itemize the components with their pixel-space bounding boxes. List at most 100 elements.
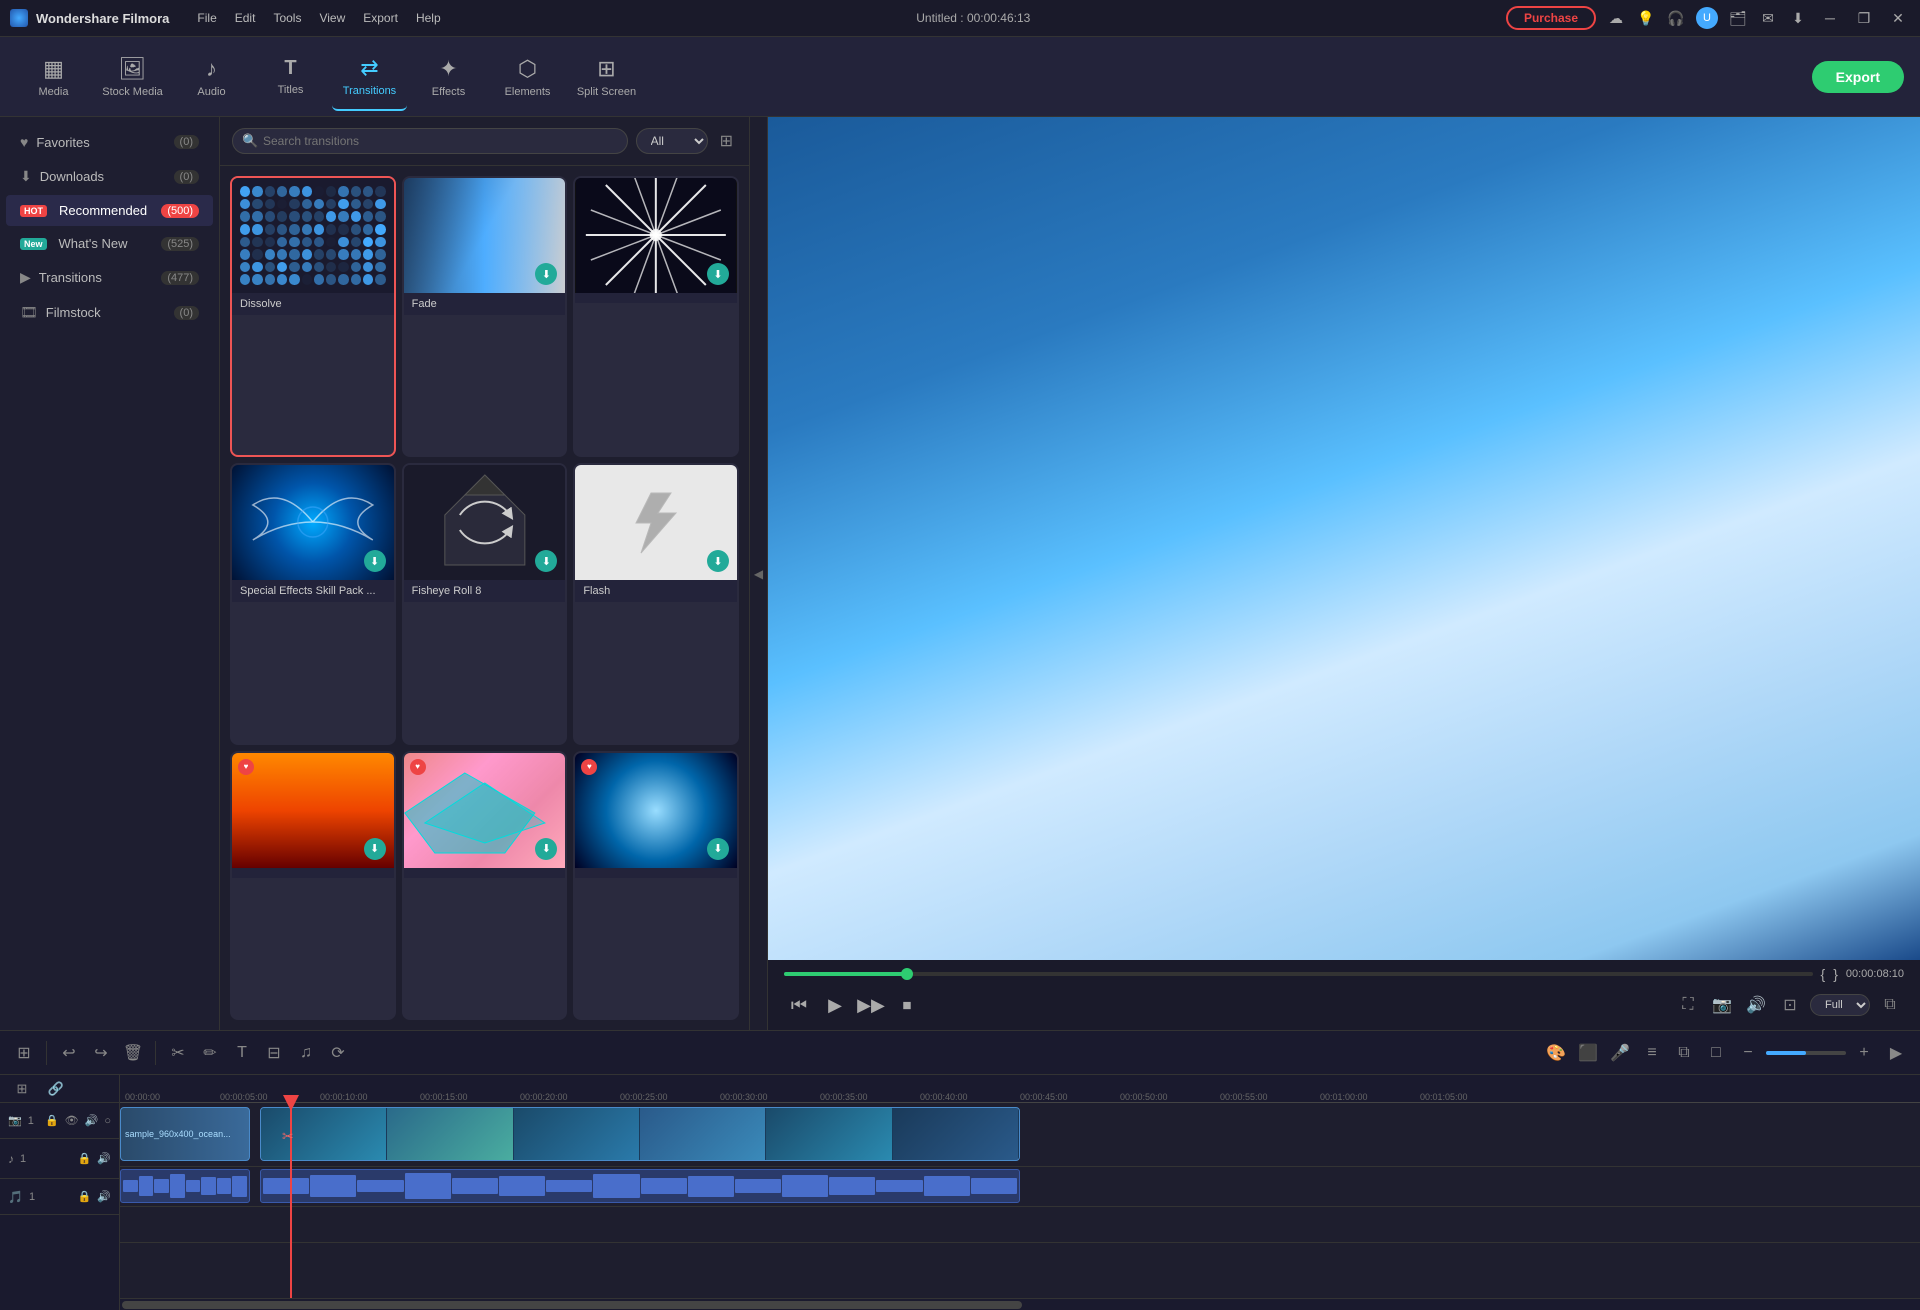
zoom-out-button[interactable]: − <box>1734 1039 1762 1067</box>
user-avatar[interactable]: U <box>1696 7 1718 29</box>
progress-thumb[interactable] <box>901 968 913 980</box>
transition-card-flash[interactable]: ⬇ Flash <box>573 463 739 744</box>
minimize-button[interactable]: ─ <box>1818 6 1842 30</box>
scroll-right-button[interactable]: ▶ <box>1882 1039 1910 1067</box>
geo-download-icon[interactable]: ⬇ <box>535 838 557 860</box>
stop-button[interactable]: ⏹ <box>892 990 922 1020</box>
notification-icon[interactable]: ✉ <box>1758 8 1778 28</box>
text-button[interactable]: T <box>228 1039 256 1067</box>
tool-elements[interactable]: ⬡ Elements <box>490 43 565 111</box>
video-lock-icon[interactable]: 🔒 <box>45 1114 59 1127</box>
tool-effects[interactable]: ✦ Effects <box>411 43 486 111</box>
fire-download-icon[interactable]: ⬇ <box>364 838 386 860</box>
crop-button[interactable]: ⊟ <box>260 1039 288 1067</box>
audio-vol-icon[interactable]: 🔊 <box>97 1152 111 1165</box>
color-grade-button[interactable]: 🎨 <box>1542 1039 1570 1067</box>
menu-view[interactable]: View <box>319 11 345 25</box>
transition-card-special[interactable]: ⬇ Special Effects Skill Pack ... <box>230 463 396 744</box>
grid-toggle-button[interactable]: ⊞ <box>716 127 737 155</box>
search-input[interactable] <box>232 128 628 154</box>
video-eye-icon[interactable]: 👁 <box>65 1114 79 1127</box>
timeline-scrollbar-thumb[interactable] <box>122 1301 1022 1309</box>
mic-button[interactable]: 🎤 <box>1606 1039 1634 1067</box>
progress-track[interactable] <box>784 972 1813 976</box>
video-mute-icon[interactable]: ○ <box>104 1115 111 1127</box>
sunburst-download-icon[interactable]: ⬇ <box>707 263 729 285</box>
tool-titles[interactable]: T Titles <box>253 43 328 111</box>
cloud-icon[interactable]: ☁ <box>1606 8 1626 28</box>
menu-edit[interactable]: Edit <box>235 11 256 25</box>
storage-icon[interactable]: 🗂 <box>1728 8 1748 28</box>
timeline-menu-button[interactable]: ⊞ <box>10 1039 38 1067</box>
video-clip-1[interactable]: sample_960x400_ocean... <box>120 1107 250 1161</box>
menu-file[interactable]: File <box>197 11 216 25</box>
quality-selector[interactable]: Full 1/2 1/4 <box>1810 994 1870 1016</box>
audio-clip-1[interactable] <box>120 1169 250 1203</box>
tool-audio[interactable]: ♪ Audio <box>174 43 249 111</box>
audio-settings-button[interactable]: ≡ <box>1638 1039 1666 1067</box>
sidebar-item-whats-new[interactable]: New What's New (525) <box>6 228 213 259</box>
zoom-in-button[interactable]: + <box>1850 1039 1878 1067</box>
tool-split-screen[interactable]: ⊞ Split Screen <box>569 43 644 111</box>
close-button[interactable]: ✕ <box>1886 6 1910 30</box>
redo-button[interactable]: ↪ <box>87 1039 115 1067</box>
purchase-button[interactable]: Purchase <box>1506 6 1596 30</box>
tool-transitions[interactable]: ⇄ Transitions <box>332 43 407 111</box>
fullscreen-button[interactable]: ⛶ <box>1674 991 1702 1019</box>
lightbulb-icon[interactable]: 💡 <box>1636 8 1656 28</box>
undo-button[interactable]: ↩ <box>55 1039 83 1067</box>
menu-tools[interactable]: Tools <box>273 11 301 25</box>
mark-in-button[interactable]: { <box>1821 966 1826 982</box>
burst-download-icon[interactable]: ⬇ <box>707 838 729 860</box>
pen-button[interactable]: ✏ <box>196 1039 224 1067</box>
stabilize-button[interactable]: ⬛ <box>1574 1039 1602 1067</box>
motion-button[interactable]: ⟳ <box>324 1039 352 1067</box>
transition-card-sunburst[interactable]: ⬇ <box>573 176 739 457</box>
filter-dropdown[interactable]: All Basic 3D <box>636 128 708 154</box>
export-button[interactable]: Export <box>1812 61 1904 93</box>
transition-card-fade[interactable]: ⬇ Fade <box>402 176 568 457</box>
music-lock-icon[interactable]: 🔒 <box>78 1190 92 1203</box>
sidebar-item-filmstock[interactable]: 🎞 Filmstock (0) <box>6 296 213 329</box>
special-download-icon[interactable]: ⬇ <box>364 550 386 572</box>
sidebar-item-favorites[interactable]: ♥ Favorites (0) <box>6 126 213 158</box>
play-pause-button[interactable]: ▶ <box>820 990 850 1020</box>
audio-clip-2[interactable] <box>260 1169 1020 1203</box>
snapshot-button[interactable]: 📷 <box>1708 991 1736 1019</box>
link-button[interactable]: 🔗 <box>42 1075 70 1103</box>
fit-button[interactable]: ⊡ <box>1776 991 1804 1019</box>
audio-mix-button[interactable]: ♫ <box>292 1039 320 1067</box>
cut-button[interactable]: ✂ <box>164 1039 192 1067</box>
headphones-icon[interactable]: 🎧 <box>1666 8 1686 28</box>
sidebar-item-recommended[interactable]: HOT Recommended (500) <box>6 195 213 226</box>
tool-stock-media[interactable]: 🖼 Stock Media <box>95 43 170 111</box>
delete-button[interactable]: 🗑 <box>119 1039 147 1067</box>
volume-button[interactable]: 🔊 <box>1742 991 1770 1019</box>
maximize-button[interactable]: ❐ <box>1852 6 1876 30</box>
download-icon[interactable]: ⬇ <box>1788 8 1808 28</box>
zoom-track[interactable] <box>1766 1051 1846 1055</box>
video-vol-icon[interactable]: 🔊 <box>85 1114 99 1127</box>
multitrack-button[interactable]: ⧉ <box>1670 1039 1698 1067</box>
add-track-button[interactable]: ⊞ <box>8 1075 36 1103</box>
tool-media[interactable]: ▦ Media <box>16 43 91 111</box>
menu-export[interactable]: Export <box>363 11 398 25</box>
playhead[interactable]: ✂ <box>290 1103 292 1298</box>
mark-out-button[interactable]: } <box>1833 966 1838 982</box>
transition-card-fisheye[interactable]: ⬇ Fisheye Roll 8 <box>402 463 568 744</box>
transition-card-geo[interactable]: ♥ ⬇ <box>402 751 568 1020</box>
music-vol-icon[interactable]: 🔊 <box>97 1190 111 1203</box>
menu-help[interactable]: Help <box>416 11 441 25</box>
audio-lock-icon[interactable]: 🔒 <box>78 1152 92 1165</box>
transition-card-fire[interactable]: ♥ ⬇ <box>230 751 396 1020</box>
video-clip-2[interactable]: sample_960x400_ocean_with_audio... <box>260 1107 1020 1161</box>
sidebar-item-transitions[interactable]: ▶ Transitions (477) <box>6 261 213 294</box>
subtitle-button[interactable]: □ <box>1702 1039 1730 1067</box>
sidebar-item-downloads[interactable]: ⬇ Downloads (0) <box>6 160 213 193</box>
panel-collapse-button[interactable]: ◀ <box>750 117 768 1030</box>
transition-card-dissolve[interactable]: for(let i=0;i<96;i++) document.write('<d… <box>230 176 396 457</box>
pip-button[interactable]: ⧉ <box>1876 991 1904 1019</box>
play-forward-button[interactable]: ▶▶ <box>856 990 886 1020</box>
rewind-button[interactable]: ⏮ <box>784 990 814 1020</box>
timeline-scrollbar[interactable] <box>120 1298 1920 1310</box>
